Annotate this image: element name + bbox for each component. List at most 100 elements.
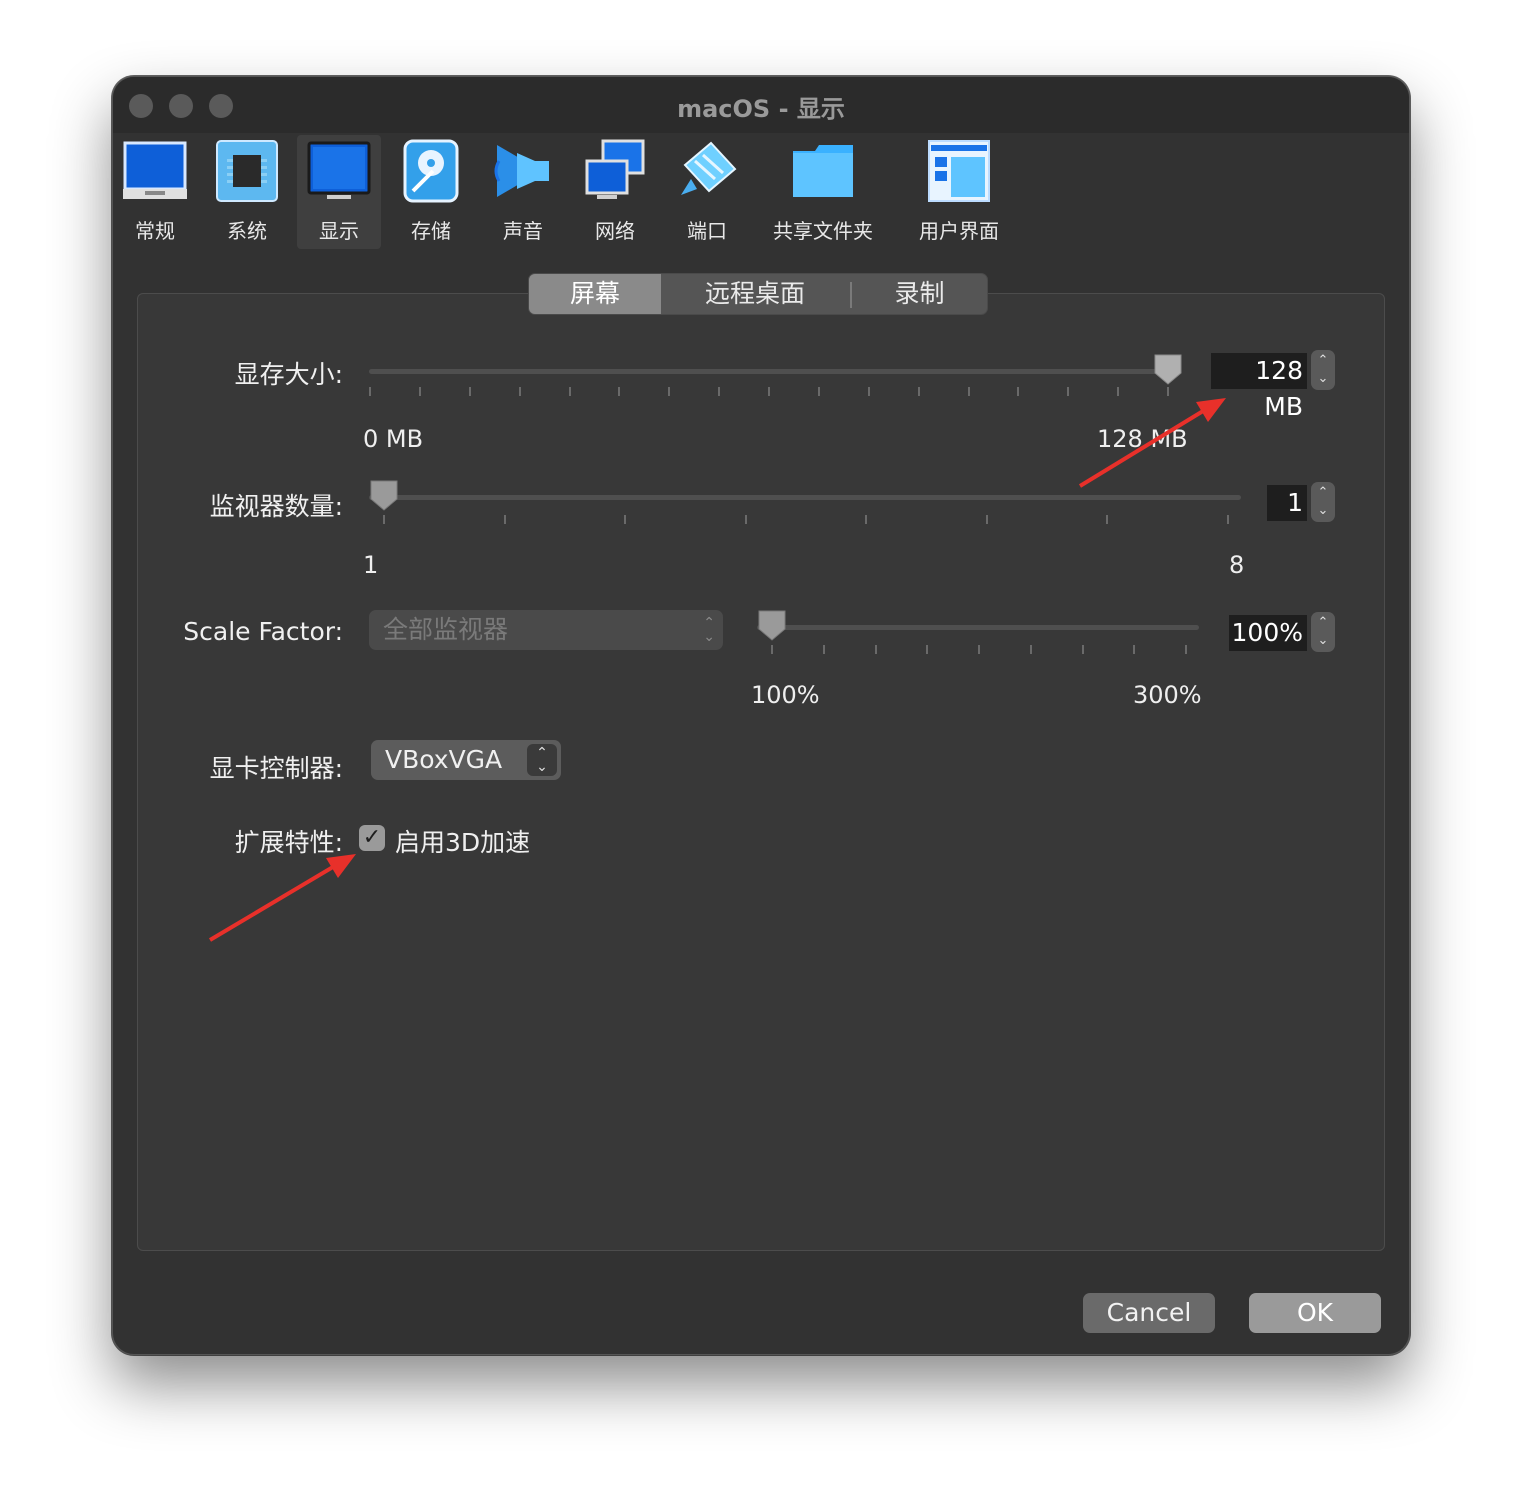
title-bar: macOS - 显示	[113, 77, 1409, 133]
chevron-up-icon[interactable]: ⌃	[1311, 614, 1335, 632]
slider-tick	[419, 387, 421, 396]
slider-tick	[668, 387, 670, 396]
monitor-count-label: 监视器数量:	[209, 492, 343, 521]
tab-bar: 屏幕 远程桌面 录制	[528, 273, 988, 315]
graphics-controller-select[interactable]: VBoxVGA ⌃ ⌄	[371, 740, 561, 780]
slider-tick	[624, 515, 626, 524]
settings-window: macOS - 显示 常规 系统 显示 存储 声音 网络 端口 共享文件夹 用户…	[112, 76, 1410, 1355]
toolbar-label: 网络	[595, 219, 635, 243]
monitor-count-min-label: 1	[363, 551, 379, 579]
speaker-icon	[494, 145, 549, 197]
toolbar-label: 端口	[687, 219, 727, 243]
slider-tick	[1133, 645, 1135, 654]
slider-tick	[469, 387, 471, 396]
chevron-down-icon[interactable]: ⌄	[1311, 370, 1335, 388]
slider-tick	[868, 387, 870, 396]
scale-factor-slider-track[interactable]	[757, 625, 1199, 630]
monitor-count-slider-ticks	[383, 515, 1229, 525]
slider-tick	[1067, 387, 1069, 396]
toolbar-label: 常规	[135, 219, 175, 243]
slider-tick	[818, 387, 820, 396]
scale-factor-stepper[interactable]: ⌃ ⌄	[1311, 612, 1335, 652]
slider-tick	[504, 515, 506, 524]
slider-tick	[745, 515, 747, 524]
monitor-count-max-label: 8	[1229, 551, 1245, 579]
chevron-updown-icon: ⌃ ⌄	[703, 615, 715, 645]
enable-3d-checkbox[interactable]: ✓	[359, 825, 385, 851]
chevron-updown-icon: ⌃ ⌄	[527, 744, 557, 776]
toolbar-item-user-interface[interactable]: 用户界面	[909, 135, 1009, 249]
toolbar-label: 系统	[227, 219, 267, 243]
toolbar-item-audio[interactable]: 声音	[481, 135, 565, 249]
toolbar-item-system[interactable]: 系统	[205, 135, 289, 249]
scale-factor-slider-thumb[interactable]	[757, 609, 787, 641]
scale-factor-input[interactable]: 100%	[1229, 615, 1307, 651]
toolbar-label: 用户界面	[919, 219, 999, 243]
slider-tick	[1117, 387, 1119, 396]
folder-icon	[793, 145, 853, 197]
video-memory-max-label: 128 MB	[1097, 425, 1188, 453]
cancel-button[interactable]: Cancel	[1083, 1293, 1215, 1333]
scale-factor-label: Scale Factor:	[183, 617, 343, 646]
monitor-count-slider-track[interactable]	[369, 495, 1241, 500]
video-memory-slider-thumb[interactable]	[1153, 353, 1183, 385]
monitor-count-stepper[interactable]: ⌃ ⌄	[1311, 482, 1335, 522]
slider-tick	[383, 515, 385, 524]
extended-features-label: 扩展特性:	[234, 828, 343, 857]
video-memory-slider-ticks	[369, 387, 1169, 397]
scale-monitor-select: 全部监视器 ⌃ ⌄	[369, 610, 723, 650]
video-memory-stepper[interactable]: ⌃ ⌄	[1311, 350, 1335, 390]
slider-tick	[369, 387, 371, 396]
toolbar-item-display[interactable]: 显示	[297, 135, 381, 249]
window-title: macOS - 显示	[677, 95, 845, 123]
toolbar-label: 存储	[411, 219, 451, 243]
toolbar-item-storage[interactable]: 存储	[389, 135, 473, 249]
monitor-count-input[interactable]: 1	[1267, 485, 1307, 521]
slider-tick	[618, 387, 620, 396]
slider-tick	[918, 387, 920, 396]
disk-icon	[403, 139, 459, 203]
monitor-icon	[307, 141, 371, 199]
tab-screen[interactable]: 屏幕	[529, 274, 661, 314]
window-layout-icon	[928, 140, 990, 202]
slider-tick	[1106, 515, 1108, 524]
slider-tick	[875, 645, 877, 654]
chevron-down-icon[interactable]: ⌄	[1311, 632, 1335, 650]
slider-tick	[978, 645, 980, 654]
slider-tick	[1017, 387, 1019, 396]
scale-monitor-select-value: 全部监视器	[383, 615, 509, 644]
toolbar-item-ports[interactable]: 端口	[665, 135, 749, 249]
monitor-count-slider-thumb[interactable]	[369, 479, 399, 511]
toolbar-item-shared-folders[interactable]: 共享文件夹	[757, 135, 889, 249]
video-memory-slider-track[interactable]	[369, 369, 1167, 374]
slider-tick	[1082, 645, 1084, 654]
slider-tick	[768, 387, 770, 396]
toolbar-item-general[interactable]: 常规	[113, 135, 197, 249]
chevron-up-icon[interactable]: ⌃	[1311, 484, 1335, 502]
tab-recording[interactable]: 录制	[852, 274, 987, 314]
slider-tick	[718, 387, 720, 396]
slider-tick	[1227, 515, 1229, 524]
scale-factor-max-label: 300%	[1133, 681, 1202, 709]
chevron-up-icon[interactable]: ⌃	[1311, 352, 1335, 370]
tab-remote-desktop[interactable]: 远程桌面	[661, 274, 849, 314]
slider-tick	[823, 645, 825, 654]
video-memory-min-label: 0 MB	[363, 425, 424, 453]
general-icon	[123, 141, 187, 199]
enable-3d-label[interactable]: 启用3D加速	[395, 823, 530, 859]
toolbar-label: 共享文件夹	[773, 219, 873, 243]
toolbar-label: 显示	[319, 219, 359, 243]
checkmark-icon: ✓	[362, 825, 382, 850]
ok-button[interactable]: OK	[1249, 1293, 1381, 1333]
slider-tick	[865, 515, 867, 524]
slider-tick	[1030, 645, 1032, 654]
port-icon	[681, 141, 737, 195]
slider-tick	[771, 645, 773, 654]
slider-tick	[519, 387, 521, 396]
chip-icon	[216, 140, 278, 202]
video-memory-input[interactable]: 128 MB	[1211, 353, 1307, 421]
slider-tick	[1185, 645, 1187, 654]
toolbar-label: 声音	[503, 219, 543, 243]
chevron-down-icon[interactable]: ⌄	[1311, 502, 1335, 520]
toolbar-item-network[interactable]: 网络	[573, 135, 657, 249]
